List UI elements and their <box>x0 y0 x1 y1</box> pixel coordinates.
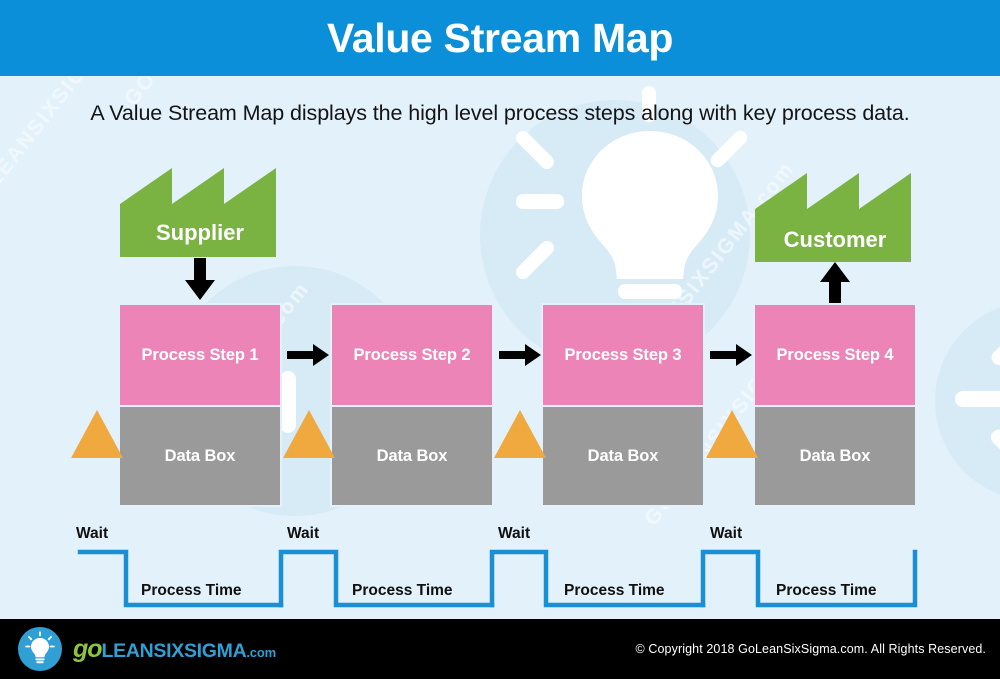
timeline-process-time-label: Process Time <box>352 582 453 599</box>
customer-label: Customer <box>783 227 887 252</box>
timeline-wait-label: Wait <box>710 525 743 542</box>
data-box[interactable]: Data Box <box>332 407 492 505</box>
watermark-lightbulb-right <box>955 323 1000 472</box>
customer-arrow-up-icon <box>820 262 850 304</box>
process-step-box[interactable]: Process Step 4 <box>755 305 915 405</box>
process-step-box[interactable]: Process Step 1 <box>120 305 280 405</box>
data-box-label: Data Box <box>587 446 659 465</box>
inventory-triangle-icon <box>494 410 546 458</box>
timeline-wait-label: Wait <box>76 525 109 542</box>
customer-node: Customer <box>755 165 915 262</box>
value-stream-map-infographic: Value Stream Map GOLEANSIXSIGMA.com GOLE… <box>0 0 1000 679</box>
supplier-arrow-down-icon <box>185 258 215 300</box>
timeline-wait-label: Wait <box>287 525 320 542</box>
brand-logo[interactable]: go LEANSIXSIGMA .com <box>18 627 276 671</box>
arrow-right-icon <box>499 344 541 366</box>
process-step-label: Process Step 3 <box>564 345 682 364</box>
data-box-label: Data Box <box>164 446 236 465</box>
process-step-label: Process Step 2 <box>353 345 471 364</box>
header-bar: Value Stream Map <box>0 0 1000 76</box>
watermark-circle-right <box>935 301 1000 501</box>
logo-go-text: go <box>73 634 103 663</box>
process-step-box[interactable]: Process Step 3 <box>543 305 703 405</box>
data-box[interactable]: Data Box <box>120 407 280 505</box>
data-box-label: Data Box <box>376 446 448 465</box>
supplier-node: Supplier <box>120 160 280 257</box>
inventory-triangle-icon <box>706 410 758 458</box>
inventory-triangle-icon <box>71 410 123 458</box>
inventory-triangle-icon <box>283 410 335 458</box>
timeline-process-time-label: Process Time <box>564 582 665 599</box>
timeline-process-time-label: Process Time <box>776 582 877 599</box>
lightbulb-icon <box>18 627 62 671</box>
logo-leansixsigma-text: LEANSIXSIGMA <box>101 639 247 662</box>
subtitle-description: A Value Stream Map displays the high lev… <box>90 101 910 125</box>
data-box-label: Data Box <box>799 446 871 465</box>
logo-com-text: .com <box>246 644 276 660</box>
brand-wordmark: go LEANSIXSIGMA .com <box>73 634 276 663</box>
page-title: Value Stream Map <box>326 14 674 61</box>
data-box[interactable]: Data Box <box>755 407 915 505</box>
process-step-label: Process Step 1 <box>141 345 259 364</box>
arrow-right-icon <box>710 344 752 366</box>
timeline-process-time-label: Process Time <box>141 582 242 599</box>
timeline-wait-label: Wait <box>498 525 531 542</box>
process-step-label: Process Step 4 <box>776 345 894 364</box>
footer-bar: go LEANSIXSIGMA .com © Copyright 2018 Go… <box>0 619 1000 679</box>
supplier-label: Supplier <box>155 220 244 245</box>
arrow-right-icon <box>287 344 329 366</box>
copyright-text: © Copyright 2018 GoLeanSixSigma.com. All… <box>635 642 986 656</box>
process-step-box[interactable]: Process Step 2 <box>332 305 492 405</box>
data-box[interactable]: Data Box <box>543 407 703 505</box>
